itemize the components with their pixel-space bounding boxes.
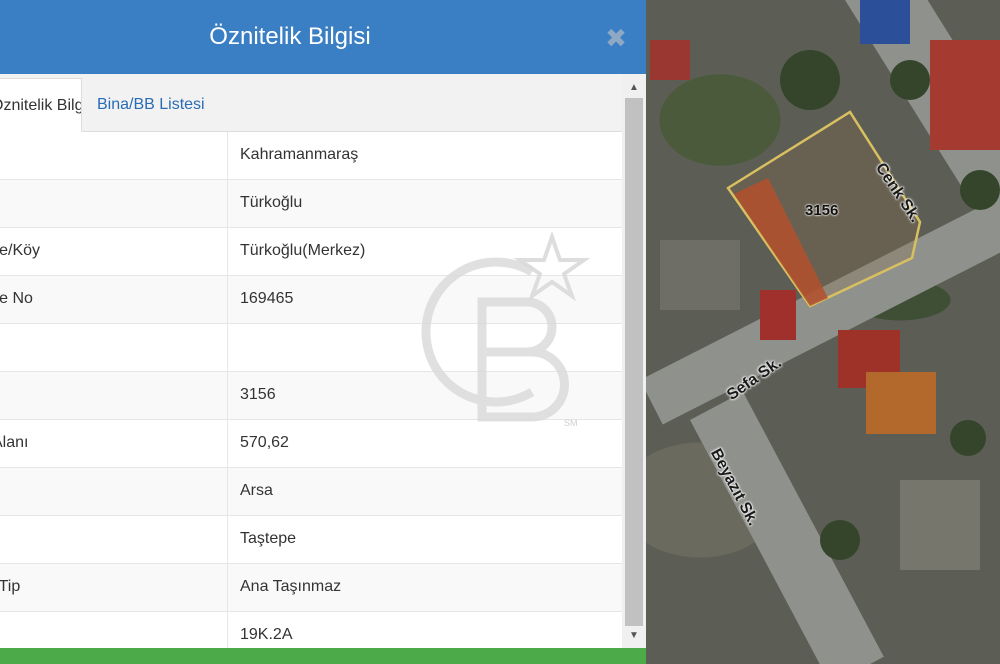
scroll-down-arrow-icon[interactable]: ▼ xyxy=(622,626,646,646)
row-key: Pafta xyxy=(0,612,228,648)
row-value: Ana Taşınmaz xyxy=(240,578,342,595)
table-row: İl Kahramanmaraş xyxy=(0,132,622,180)
table-row: Ada xyxy=(0,324,622,372)
attribute-dialog: Öznitelik Bilgisi ✖ Öznitelik Bilgisi Bi… xyxy=(0,0,646,664)
parcel-number-label: 3156 xyxy=(805,202,839,219)
row-value: Taştepe xyxy=(240,530,297,547)
table-row: Zemin Tip Ana Taşınmaz xyxy=(0,564,622,612)
close-icon[interactable]: ✖ xyxy=(604,25,628,51)
table-row: Mevkii Taştepe xyxy=(0,516,622,564)
scroll-up-arrow-icon[interactable]: ▲ xyxy=(622,78,646,98)
row-value xyxy=(240,324,610,372)
dialog-title: Öznitelik Bilgisi xyxy=(209,23,371,50)
row-value: 570,62 xyxy=(240,434,289,451)
row-value: Arsa xyxy=(240,482,273,499)
row-key: Mevkii xyxy=(0,516,228,564)
row-key: Mahalle No xyxy=(0,276,228,324)
dialog-header: Öznitelik Bilgisi ✖ xyxy=(0,0,646,74)
vertical-scrollbar[interactable]: ▲ ▼ xyxy=(622,74,646,648)
row-key: İl xyxy=(0,132,228,180)
table-row: Parsel 3156 xyxy=(0,372,622,420)
table-row: Nitelik Arsa xyxy=(0,468,622,516)
table-row: Alanı 570,62 xyxy=(0,420,622,468)
table-row: İlçe Türkoğlu xyxy=(0,180,622,228)
row-key: Mahalle/Köy xyxy=(0,228,228,276)
table-row: Pafta 19K.2A xyxy=(0,612,622,648)
tab-building-list[interactable]: Bina/BB Listesi xyxy=(83,78,219,132)
row-value: 19K.2A xyxy=(240,626,293,643)
dialog-footer-bar xyxy=(0,648,646,664)
row-key: Zemin Tip xyxy=(0,564,228,612)
attribute-table: İl Kahramanmaraş İlçe Türkoğlu Mahalle/K… xyxy=(0,132,622,648)
row-value: 169465 xyxy=(240,290,294,307)
row-key: Alanı xyxy=(0,420,228,468)
row-value: Türkoğlu xyxy=(240,194,303,211)
row-key: Ada xyxy=(0,324,228,372)
scroll-thumb[interactable] xyxy=(625,98,643,626)
tab-attribute-info[interactable]: Öznitelik Bilgisi xyxy=(0,78,82,132)
row-value: Türkoğlu(Merkez) xyxy=(240,242,366,259)
row-key: Parsel xyxy=(0,372,228,420)
row-key: İlçe xyxy=(0,180,228,228)
row-value: Kahramanmaraş xyxy=(240,146,359,163)
table-row: Mahalle/Köy Türkoğlu(Merkez) xyxy=(0,228,622,276)
table-row: Mahalle No 169465 xyxy=(0,276,622,324)
tab-bar: Öznitelik Bilgisi Bina/BB Listesi xyxy=(0,74,622,132)
row-value: 3156 xyxy=(240,386,276,403)
row-key: Nitelik xyxy=(0,468,228,516)
